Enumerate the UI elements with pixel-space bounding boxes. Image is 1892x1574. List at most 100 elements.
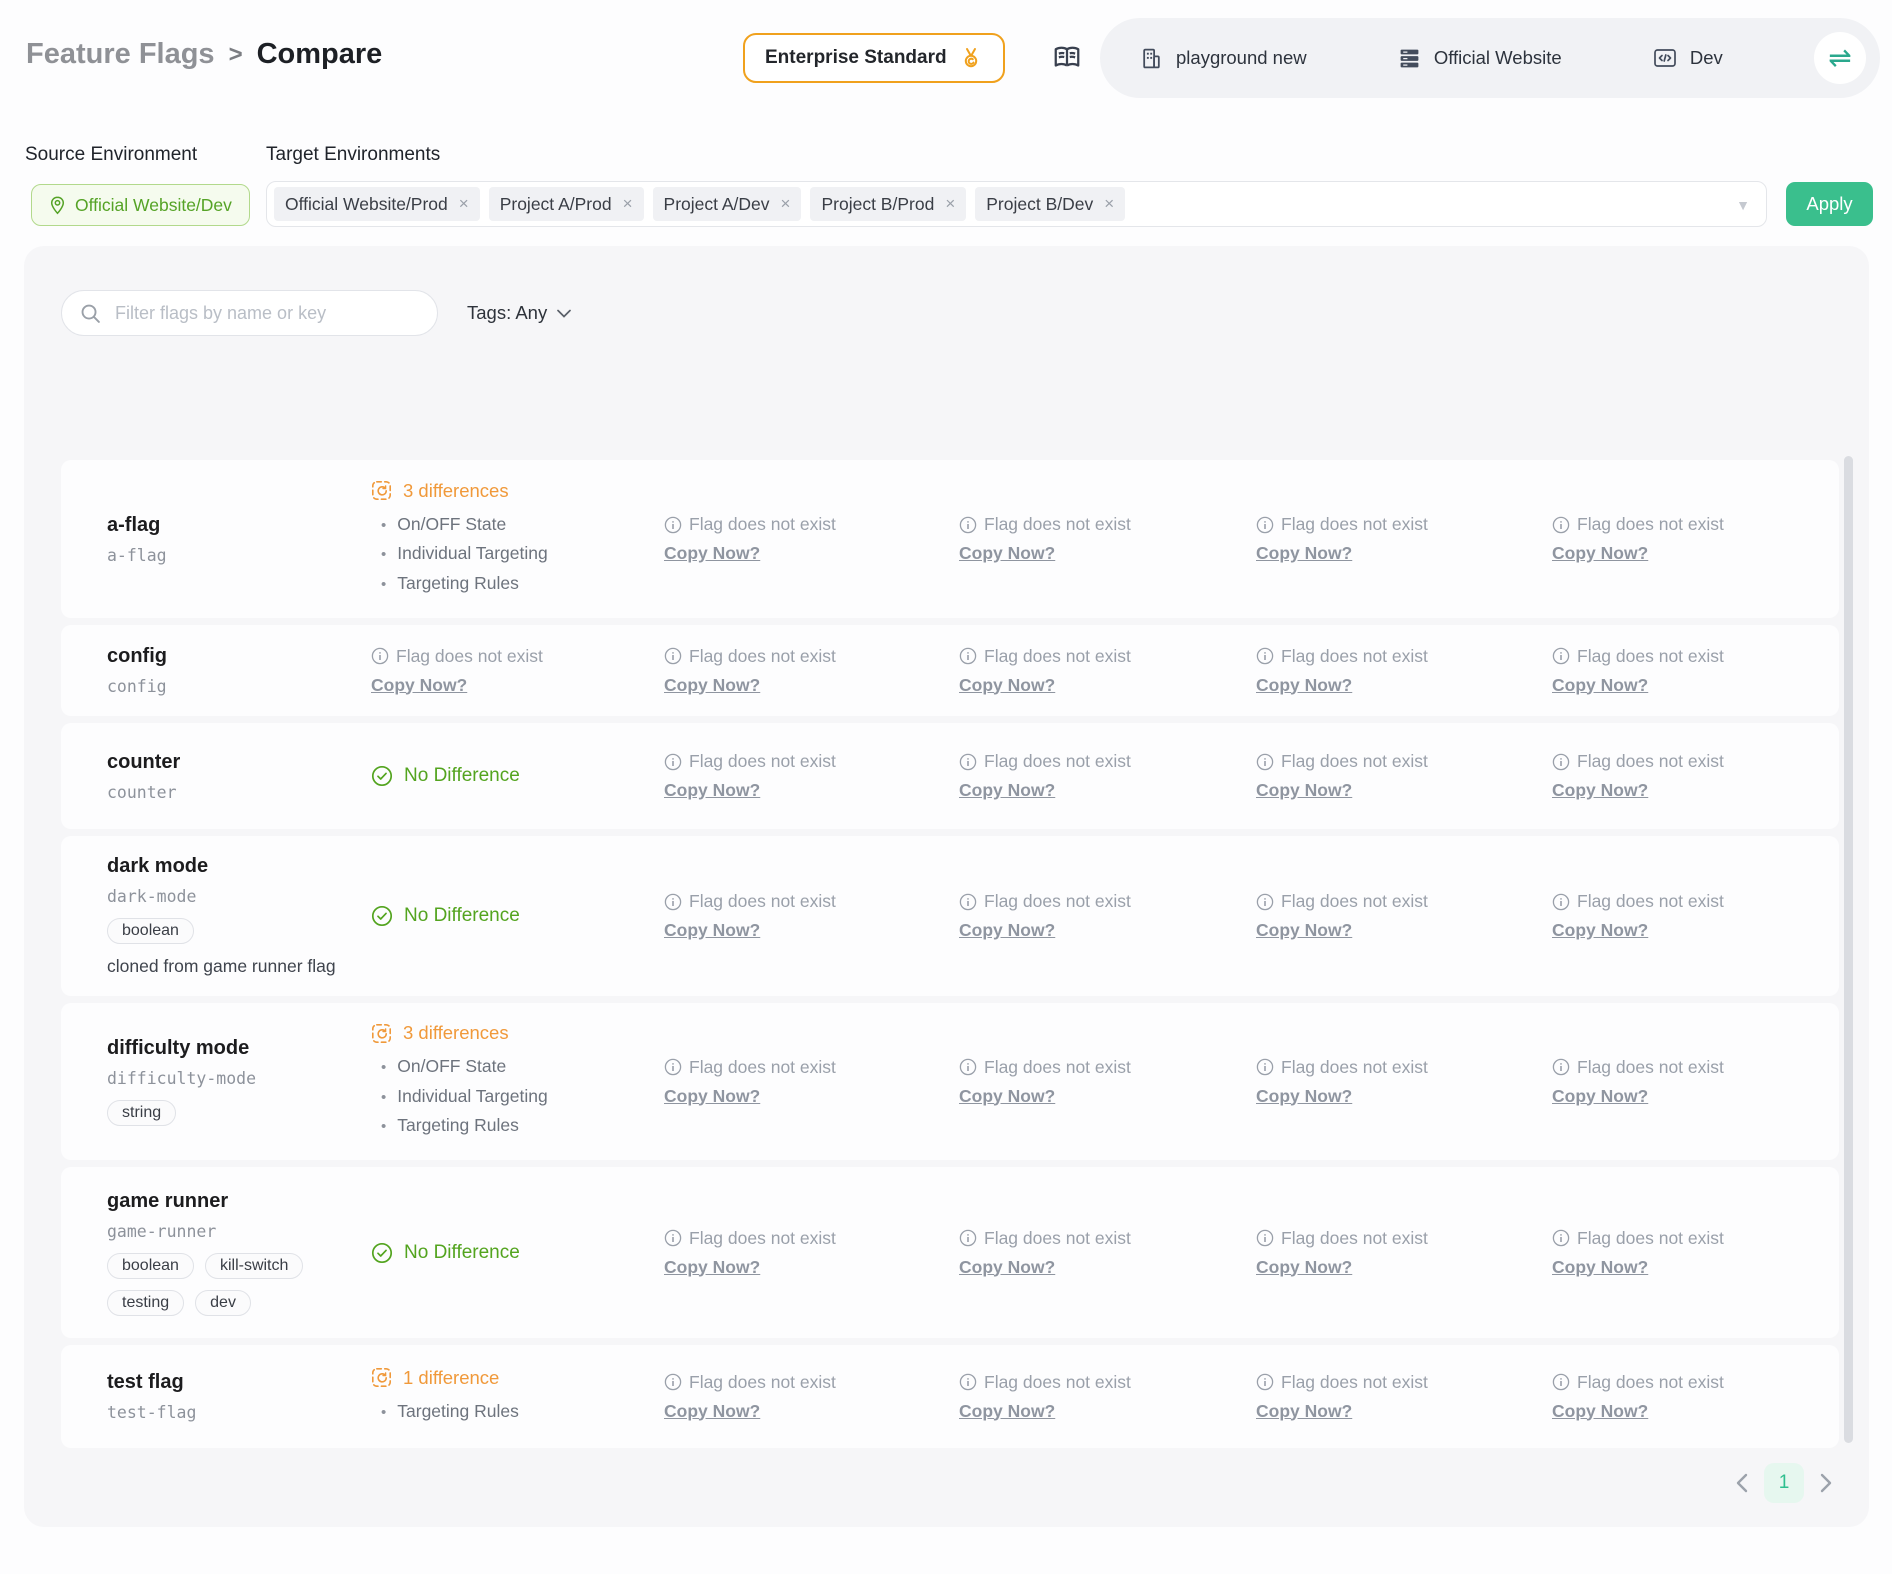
flag-missing-cell: Flag does not exist Copy Now? <box>1552 646 1839 696</box>
copy-now-link[interactable]: Copy Now? <box>664 1257 760 1278</box>
copy-now-link[interactable]: Copy Now? <box>1552 1401 1648 1422</box>
copy-now-link[interactable]: Copy Now? <box>959 1257 1055 1278</box>
swap-environment-icon[interactable]: ⇌ <box>1814 32 1866 84</box>
copy-now-link[interactable]: Copy Now? <box>664 675 760 696</box>
copy-now-link[interactable]: Copy Now? <box>1256 1401 1352 1422</box>
tags-filter-dropdown[interactable]: Tags: Any <box>467 290 571 336</box>
source-environment-label: Source Environment <box>25 144 197 166</box>
flag-name: game runner <box>107 1190 371 1213</box>
copy-now-link[interactable]: Copy Now? <box>1256 780 1352 801</box>
copy-now-link[interactable]: Copy Now? <box>1256 675 1352 696</box>
flag-missing-cell: Flag does not exist Copy Now? <box>1552 1057 1839 1107</box>
flag-missing-label: Flag does not exist <box>1281 646 1428 667</box>
remove-env-icon[interactable]: × <box>623 194 633 214</box>
copy-now-link[interactable]: Copy Now? <box>1256 543 1352 564</box>
copy-now-link[interactable]: Copy Now? <box>1552 543 1648 564</box>
copy-now-link[interactable]: Copy Now? <box>959 1401 1055 1422</box>
copy-now-link[interactable]: Copy Now? <box>959 1086 1055 1107</box>
table-body: a-flag a-flag 3 differences On/OFF State… <box>61 460 1839 1448</box>
info-icon <box>1256 753 1274 771</box>
flag-missing-label: Flag does not exist <box>1281 751 1428 772</box>
flag-key: config <box>107 677 371 696</box>
flag-missing-cell: Flag does not exist Copy Now? <box>664 1057 959 1107</box>
copy-now-link[interactable]: Copy Now? <box>664 1086 760 1107</box>
copy-now-link[interactable]: Copy Now? <box>959 543 1055 564</box>
target-env-pill: Project A/Dev × <box>653 187 802 221</box>
plan-badge[interactable]: Enterprise Standard <box>743 33 1005 83</box>
table-row: counter counter No Difference Flag does … <box>61 723 1839 829</box>
code-icon <box>1653 47 1677 69</box>
diff-status-cell: 3 differences On/OFF StateIndividual Tar… <box>371 1022 664 1140</box>
flag-missing-cell: Flag does not exist Copy Now? <box>1552 1228 1839 1278</box>
copy-now-link[interactable]: Copy Now? <box>664 920 760 941</box>
table-row: difficulty mode difficulty-mode string 3… <box>61 1003 1839 1160</box>
next-page-icon[interactable] <box>1819 1473 1833 1493</box>
flag-missing-cell: Flag does not exist Copy Now? <box>1256 1228 1552 1278</box>
copy-now-link[interactable]: Copy Now? <box>959 920 1055 941</box>
page-title: Compare <box>257 38 383 71</box>
diff-item: On/OFF State <box>381 1052 664 1081</box>
page-number[interactable]: 1 <box>1764 1463 1804 1503</box>
flag-missing-cell: Flag does not exist Copy Now? <box>1256 646 1552 696</box>
flag-missing-cell: Flag does not exist Copy Now? <box>664 751 959 801</box>
flag-key: difficulty-mode <box>107 1069 371 1088</box>
flag-tag: testing <box>107 1290 184 1316</box>
flag-missing-label: Flag does not exist <box>1577 751 1724 772</box>
copy-now-link[interactable]: Copy Now? <box>1256 920 1352 941</box>
copy-now-link[interactable]: Copy Now? <box>664 780 760 801</box>
workspace-selector[interactable]: Official Website <box>1398 47 1562 70</box>
project-selector[interactable]: playground new <box>1140 47 1307 70</box>
remove-env-icon[interactable]: × <box>1104 194 1114 214</box>
flag-missing-cell: Flag does not exist Copy Now? <box>959 1057 1256 1107</box>
flag-tag-list: string <box>107 1100 342 1126</box>
copy-now-link[interactable]: Copy Now? <box>1552 675 1648 696</box>
remove-env-icon[interactable]: × <box>459 194 469 214</box>
copy-now-link[interactable]: Copy Now? <box>1256 1086 1352 1107</box>
table-row: config config Flag does not exist Copy N… <box>61 625 1839 716</box>
copy-now-link[interactable]: Copy Now? <box>1552 920 1648 941</box>
info-icon <box>959 753 977 771</box>
flag-info-cell: difficulty mode difficulty-mode string <box>107 1037 371 1126</box>
info-icon <box>959 516 977 534</box>
table-row: a-flag a-flag 3 differences On/OFF State… <box>61 460 1839 618</box>
copy-now-link[interactable]: Copy Now? <box>959 675 1055 696</box>
copy-now-link[interactable]: Copy Now? <box>1552 780 1648 801</box>
target-env-select[interactable]: Official Website/Prod × Project A/Prod ×… <box>266 181 1767 227</box>
remove-env-icon[interactable]: × <box>945 194 955 214</box>
source-environment-pill[interactable]: Official Website/Dev <box>31 184 250 226</box>
flag-missing-label: Flag does not exist <box>1577 1372 1724 1393</box>
copy-now-link[interactable]: Copy Now? <box>664 1401 760 1422</box>
flag-missing-label: Flag does not exist <box>689 1372 836 1393</box>
copy-now-link[interactable]: Copy Now? <box>1256 1257 1352 1278</box>
flag-missing-label: Flag does not exist <box>984 1372 1131 1393</box>
vertical-scrollbar[interactable] <box>1844 456 1853 1443</box>
flag-missing-label: Flag does not exist <box>689 1057 836 1078</box>
flag-key: test-flag <box>107 1403 371 1422</box>
docs-book-icon[interactable] <box>1052 44 1082 72</box>
flag-name: dark mode <box>107 855 371 878</box>
environment-selector[interactable]: Dev <box>1653 47 1723 69</box>
flag-missing-label: Flag does not exist <box>1281 1228 1428 1249</box>
previous-page-icon[interactable] <box>1735 1473 1749 1493</box>
flag-filter-input[interactable] <box>113 302 419 325</box>
diff-status-cell: 3 differences On/OFF StateIndividual Tar… <box>371 480 664 598</box>
flag-missing-cell: Flag does not exist Copy Now? <box>959 1372 1256 1422</box>
flag-missing-cell: Flag does not exist Copy Now? <box>1256 891 1552 941</box>
flag-missing-cell: Flag does not exist Copy Now? <box>959 1228 1256 1278</box>
flag-missing-label: Flag does not exist <box>1281 891 1428 912</box>
copy-now-link[interactable]: Copy Now? <box>664 543 760 564</box>
remove-env-icon[interactable]: × <box>781 194 791 214</box>
target-env-pill: Project B/Prod × <box>810 187 966 221</box>
flag-key: game-runner <box>107 1222 371 1241</box>
flag-name: test flag <box>107 1371 371 1394</box>
copy-now-link[interactable]: Copy Now? <box>959 780 1055 801</box>
apply-button[interactable]: Apply <box>1786 182 1873 226</box>
flag-missing-cell: Flag does not exist Copy Now? <box>959 514 1256 564</box>
flag-tag-list: booleankill-switchtestingdev <box>107 1253 342 1316</box>
copy-now-link[interactable]: Copy Now? <box>1552 1086 1648 1107</box>
target-env-pill-label: Project B/Prod <box>821 194 934 215</box>
breadcrumb-feature-flags[interactable]: Feature Flags <box>26 38 215 71</box>
copy-now-link[interactable]: Copy Now? <box>1552 1257 1648 1278</box>
copy-now-link[interactable]: Copy Now? <box>371 675 467 696</box>
diff-item: Targeting Rules <box>381 1111 664 1140</box>
